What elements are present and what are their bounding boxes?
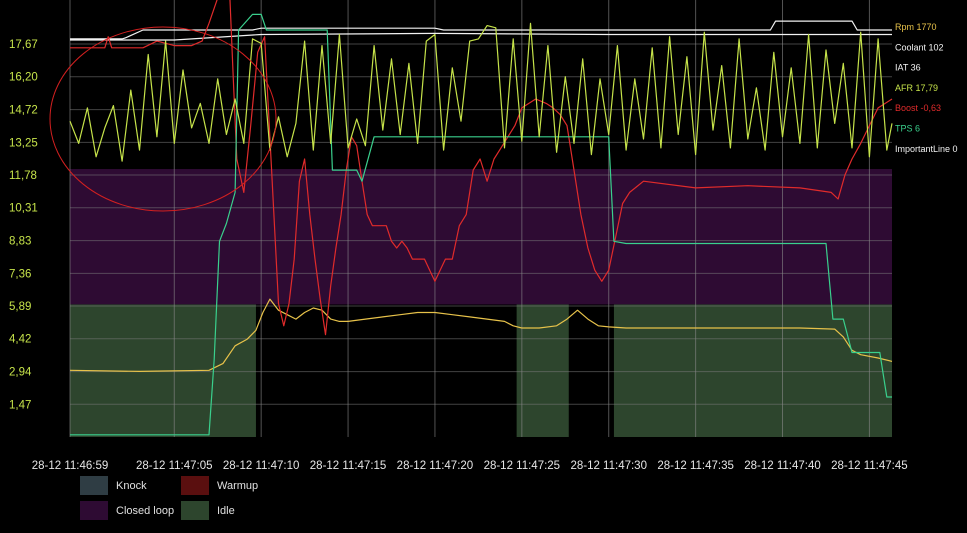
legend-swatch-closed-loop — [80, 501, 108, 520]
series-value-label: ImportantLine 0 — [895, 144, 958, 154]
x-tick-label: 28-12 11:47:35 — [657, 460, 734, 472]
legend-swatch-idle — [181, 501, 209, 520]
legend-item-idle[interactable]: Idle — [181, 501, 235, 520]
legend-item-warmup[interactable]: Warmup — [181, 476, 258, 495]
series-value-label: AFR 17,79 — [895, 83, 938, 93]
band-closed-loop — [70, 169, 892, 305]
y-tick-label: 10,31 — [9, 203, 38, 215]
x-tick-label: 28-12 11:47:40 — [744, 460, 821, 472]
y-tick-label: 16,20 — [9, 72, 38, 84]
x-tick-label: 28-12 11:47:45 — [831, 460, 908, 472]
x-tick-label: 28-12 11:47:05 — [136, 460, 213, 472]
series-value-label: Boost -0,63 — [895, 103, 941, 113]
band-idle — [516, 304, 569, 437]
x-tick-label: 28-12 11:47:30 — [570, 460, 647, 472]
x-axis-tick-labels: 28-12 11:46:59 28-12 11:47:05 28-12 11:47:… — [32, 460, 908, 472]
y-tick-label: 5,89 — [9, 301, 31, 313]
x-tick-label: 28-12 11:47:20 — [397, 460, 474, 472]
legend-label-knock: Knock — [116, 479, 147, 492]
x-tick-label: 28-12 11:47:15 — [310, 460, 387, 472]
y-tick-label: 13,25 — [9, 137, 38, 149]
series-value-label: IAT 36 — [895, 63, 921, 73]
y-tick-label: 11,78 — [9, 170, 37, 182]
x-tick-label: 28-12 11:47:10 — [223, 460, 300, 472]
y-tick-label: 1,47 — [9, 399, 31, 411]
legend-label-closed-loop: Closed loop — [116, 504, 175, 517]
band-legend: Knock Warmup Closed loop Idle — [80, 476, 380, 526]
y-tick-label: 17,67 — [9, 39, 38, 51]
y-tick-label: 7,36 — [9, 268, 31, 280]
legend-swatch-knock — [80, 476, 108, 495]
legend-label-warmup: Warmup — [217, 479, 259, 492]
x-tick-label: 28-12 11:46:59 — [32, 460, 109, 472]
series-value-labels: Rpm 1770 Coolant 102 IAT 36 AFR 17,79 Boost … — [895, 22, 958, 154]
y-tick-label: 2,94 — [9, 367, 32, 379]
y-tick-label: 8,83 — [9, 236, 31, 248]
chart: 1,47 2,94 4,42 5,89 7,36 8,83 10,31 11,78 13,25 1… — [9, 0, 958, 472]
y-axis-tick-labels: 1,47 2,94 4,42 5,89 7,36 8,83 10,31 11,78 13,25 1… — [9, 39, 38, 411]
y-tick-label: 4,42 — [9, 334, 31, 346]
legend-swatch-warmup — [181, 476, 209, 495]
x-tick-label: 28-12 11:47:25 — [484, 460, 561, 472]
state-bands — [70, 10, 892, 437]
band-idle — [613, 304, 892, 437]
series-value-label: Coolant 102 — [895, 42, 944, 52]
legend-label-idle: Idle — [217, 504, 235, 517]
series-value-label: TPS 6 — [895, 124, 920, 134]
y-tick-label: 14,72 — [9, 105, 38, 117]
series-value-label: Rpm 1770 — [895, 22, 937, 32]
legend-item-knock[interactable]: Knock — [80, 476, 147, 495]
legend-item-closed-loop[interactable]: Closed loop — [80, 501, 174, 520]
